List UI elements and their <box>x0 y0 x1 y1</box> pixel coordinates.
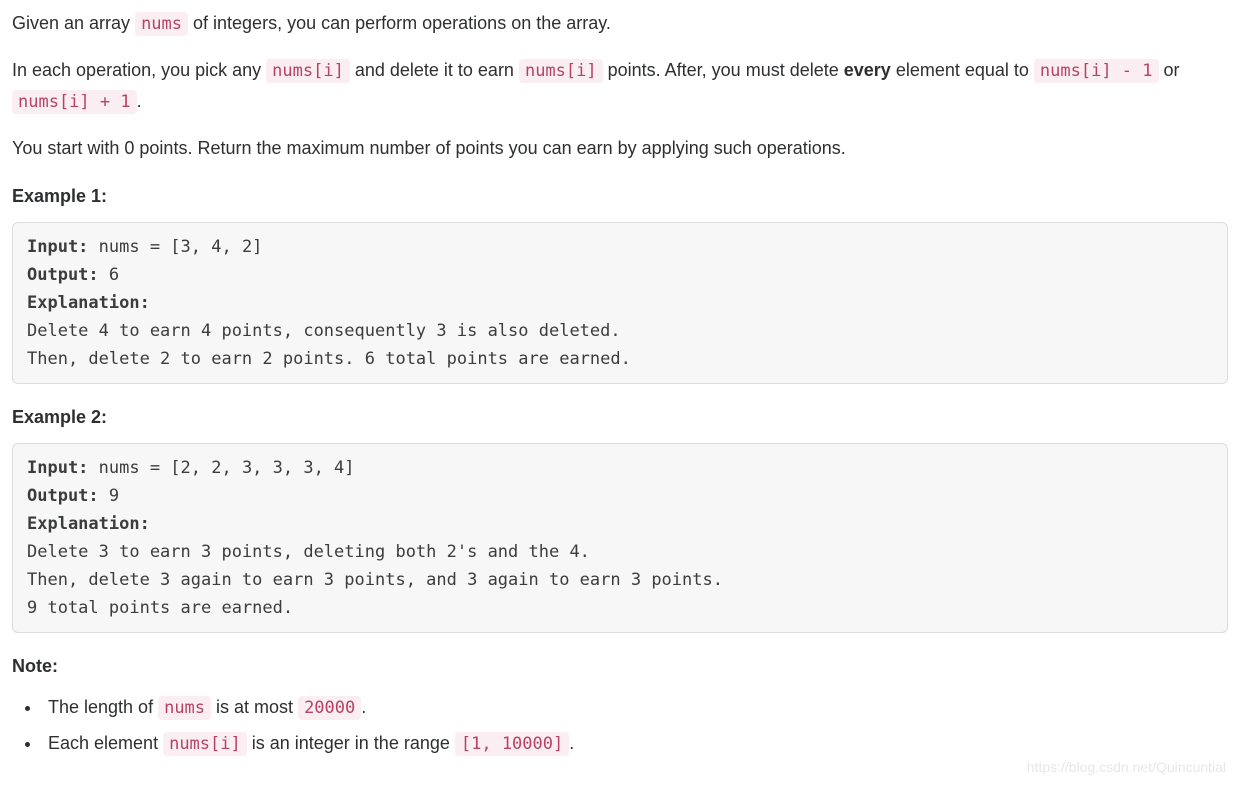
code-inline: 20000 <box>298 696 361 720</box>
code-inline: nums[i] <box>266 59 350 83</box>
text: . <box>569 733 574 753</box>
paragraph-goal: You start with 0 points. Return the maxi… <box>12 133 1228 164</box>
text: The length of <box>48 697 158 717</box>
code-inline: nums[i] - 1 <box>1034 59 1159 83</box>
example2-explain-line: Delete 3 to earn 3 points, deleting both… <box>27 542 590 562</box>
text: Given an array <box>12 13 135 33</box>
bold-every: every <box>844 60 891 80</box>
label-output: Output: <box>27 265 99 285</box>
text: . <box>361 697 366 717</box>
note-item: The length of nums is at most 20000. <box>42 692 1228 723</box>
text: points. After, you must delete <box>603 60 844 80</box>
code-inline: nums[i] <box>519 59 603 83</box>
watermark: https://blog.csdn.net/Quincuntial <box>1027 756 1226 780</box>
code-inline: nums <box>158 696 211 720</box>
example2-block: Input: nums = [2, 2, 3, 3, 3, 4] Output:… <box>12 443 1228 633</box>
example2-output: 9 <box>99 486 119 506</box>
example1-input: nums = [3, 4, 2] <box>88 237 262 257</box>
text: . <box>137 91 142 111</box>
text: In each operation, you pick any <box>12 60 266 80</box>
text: is at most <box>211 697 298 717</box>
label-input: Input: <box>27 458 88 478</box>
code-inline: nums[i] + 1 <box>12 90 137 114</box>
text: and delete it to earn <box>350 60 519 80</box>
example1-explain-line: Delete 4 to earn 4 points, consequently … <box>27 321 621 341</box>
paragraph-operation: In each operation, you pick any nums[i] … <box>12 55 1228 117</box>
example2-input: nums = [2, 2, 3, 3, 3, 4] <box>88 458 354 478</box>
code-inline: nums[i] <box>163 732 247 756</box>
code-inline: nums <box>135 12 188 36</box>
note-heading: Note: <box>12 651 1228 682</box>
text: or <box>1159 60 1180 80</box>
note-item: Each element nums[i] is an integer in th… <box>42 728 1228 759</box>
text: is an integer in the range <box>247 733 455 753</box>
text: element equal to <box>891 60 1034 80</box>
label-input: Input: <box>27 237 88 257</box>
example2-explain-line: Then, delete 3 again to earn 3 points, a… <box>27 570 723 590</box>
label-explanation: Explanation: <box>27 514 150 534</box>
example1-output: 6 <box>99 265 119 285</box>
label-output: Output: <box>27 486 99 506</box>
code-inline: [1, 10000] <box>455 732 569 756</box>
example1-heading: Example 1: <box>12 181 1228 212</box>
example2-heading: Example 2: <box>12 402 1228 433</box>
label-explanation: Explanation: <box>27 293 150 313</box>
example1-block: Input: nums = [3, 4, 2] Output: 6 Explan… <box>12 222 1228 384</box>
text: of integers, you can perform operations … <box>188 13 611 33</box>
paragraph-intro: Given an array nums of integers, you can… <box>12 8 1228 39</box>
text: Each element <box>48 733 163 753</box>
example2-explain-line: 9 total points are earned. <box>27 598 293 618</box>
example1-explain-line: Then, delete 2 to earn 2 points. 6 total… <box>27 349 631 369</box>
note-list: The length of nums is at most 20000. Eac… <box>12 692 1228 760</box>
